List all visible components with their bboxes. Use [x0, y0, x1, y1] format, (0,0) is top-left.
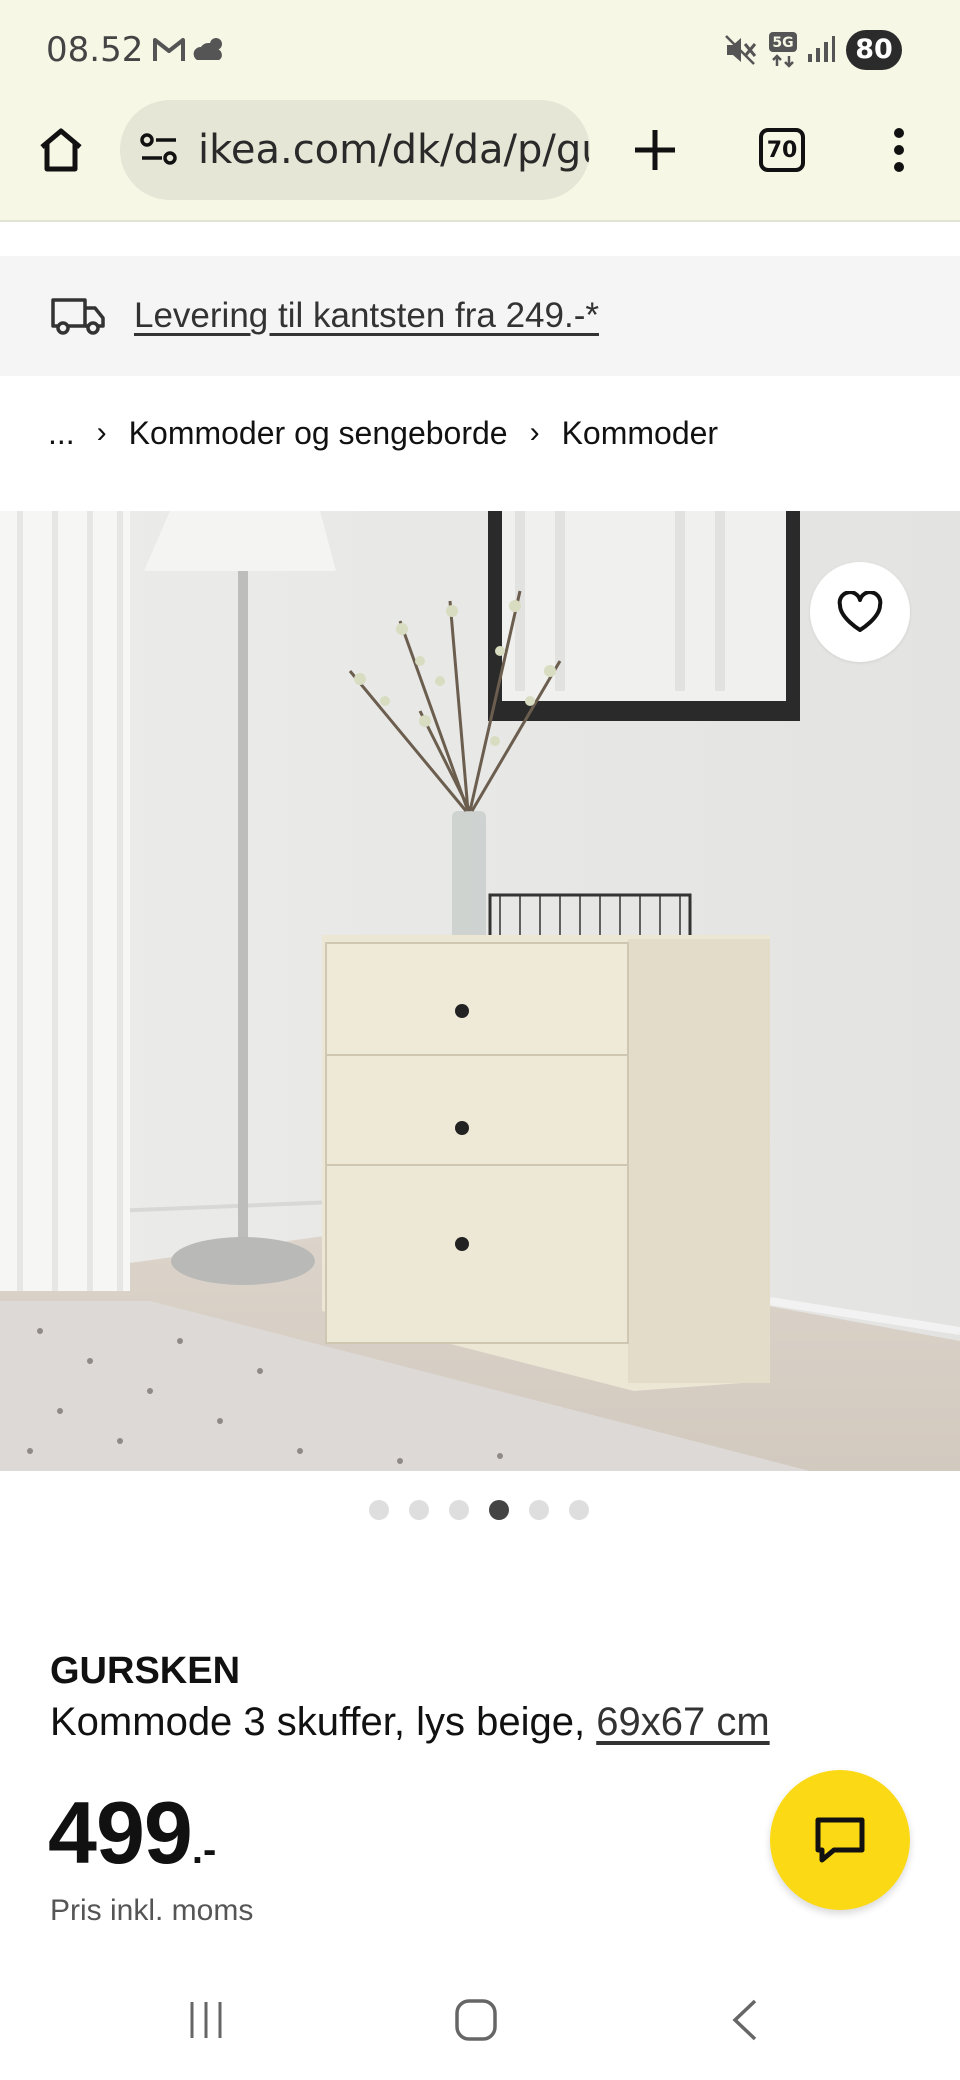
system-nav-bar: [0, 1960, 960, 2080]
heart-icon: [837, 591, 883, 632]
back-icon: [732, 1999, 757, 2041]
price-value: 499: [48, 1783, 193, 1882]
mute-icon: [724, 34, 758, 71]
home-button[interactable]: [30, 115, 92, 185]
vat-note: Pris inkl. moms: [50, 1894, 254, 1927]
truck-icon: [50, 294, 106, 338]
product-price: 499.-: [48, 1782, 216, 1884]
gallery-pagination: [369, 1500, 589, 1520]
gallery-dot[interactable]: [449, 1500, 469, 1520]
network-5g-icon: 5G: [766, 30, 800, 73]
new-tab-button[interactable]: [625, 120, 685, 180]
menu-button[interactable]: [874, 120, 924, 180]
status-bar: 08.52 5G 80: [0, 0, 960, 100]
gallery-dot[interactable]: [369, 1500, 389, 1520]
delivery-link[interactable]: Levering til kantsten fra 249.-*: [134, 296, 599, 336]
delivery-banner: Levering til kantsten fra 249.-*: [0, 256, 960, 376]
favorite-button[interactable]: [810, 562, 910, 662]
gallery-dot-active[interactable]: [489, 1500, 509, 1520]
network-label: 5G: [772, 35, 793, 51]
battery-indicator: 80: [846, 30, 902, 70]
product-dimensions-link[interactable]: 69x67 cm: [596, 1700, 769, 1744]
product-description-text: Kommode 3 skuffer, lys beige,: [50, 1700, 597, 1744]
back-button[interactable]: [705, 1980, 785, 2060]
gallery-dot[interactable]: [569, 1500, 589, 1520]
product-name: GURSKEN: [50, 1650, 241, 1692]
product-image[interactable]: [0, 511, 960, 1471]
tab-count: 70: [759, 128, 805, 172]
home-circle-icon: [455, 1999, 497, 2041]
status-time: 08.52: [46, 30, 144, 70]
site-settings-icon[interactable]: [138, 130, 180, 170]
breadcrumb-item-dressers[interactable]: Kommoder: [562, 415, 719, 452]
plus-icon: [635, 130, 675, 170]
chat-button[interactable]: [770, 1770, 910, 1910]
chevron-right-icon: ›: [529, 416, 540, 449]
url-text: ikea.com/dk/da/p/gur: [198, 127, 590, 173]
breadcrumb: ... › Kommoder og sengeborde › Kommoder: [48, 408, 718, 458]
url-bar[interactable]: ikea.com/dk/da/p/gur: [120, 100, 590, 200]
weather-icon: [192, 34, 230, 69]
gmail-icon: [152, 34, 186, 69]
gallery-dot[interactable]: [529, 1500, 549, 1520]
gallery-dot[interactable]: [409, 1500, 429, 1520]
product-description: Kommode 3 skuffer, lys beige, 69x67 cm: [50, 1700, 770, 1745]
chat-icon: [815, 1817, 865, 1863]
signal-icon: [806, 34, 836, 69]
price-suffix: .-: [191, 1828, 217, 1872]
breadcrumb-ellipsis[interactable]: ...: [48, 415, 75, 452]
home-icon: [40, 128, 82, 172]
tab-switcher-button[interactable]: 70: [752, 120, 812, 180]
browser-chrome: 08.52 5G 80 ikea.com/dk/da/p/gur 70: [0, 0, 960, 222]
recent-apps-button[interactable]: [166, 1980, 246, 2060]
recents-icon: [190, 2002, 222, 2038]
chevron-right-icon: ›: [96, 416, 107, 449]
breadcrumb-item-dressers-nightstands[interactable]: Kommoder og sengeborde: [129, 415, 508, 452]
more-vert-icon: [894, 128, 904, 172]
home-nav-button[interactable]: [436, 1980, 516, 2060]
